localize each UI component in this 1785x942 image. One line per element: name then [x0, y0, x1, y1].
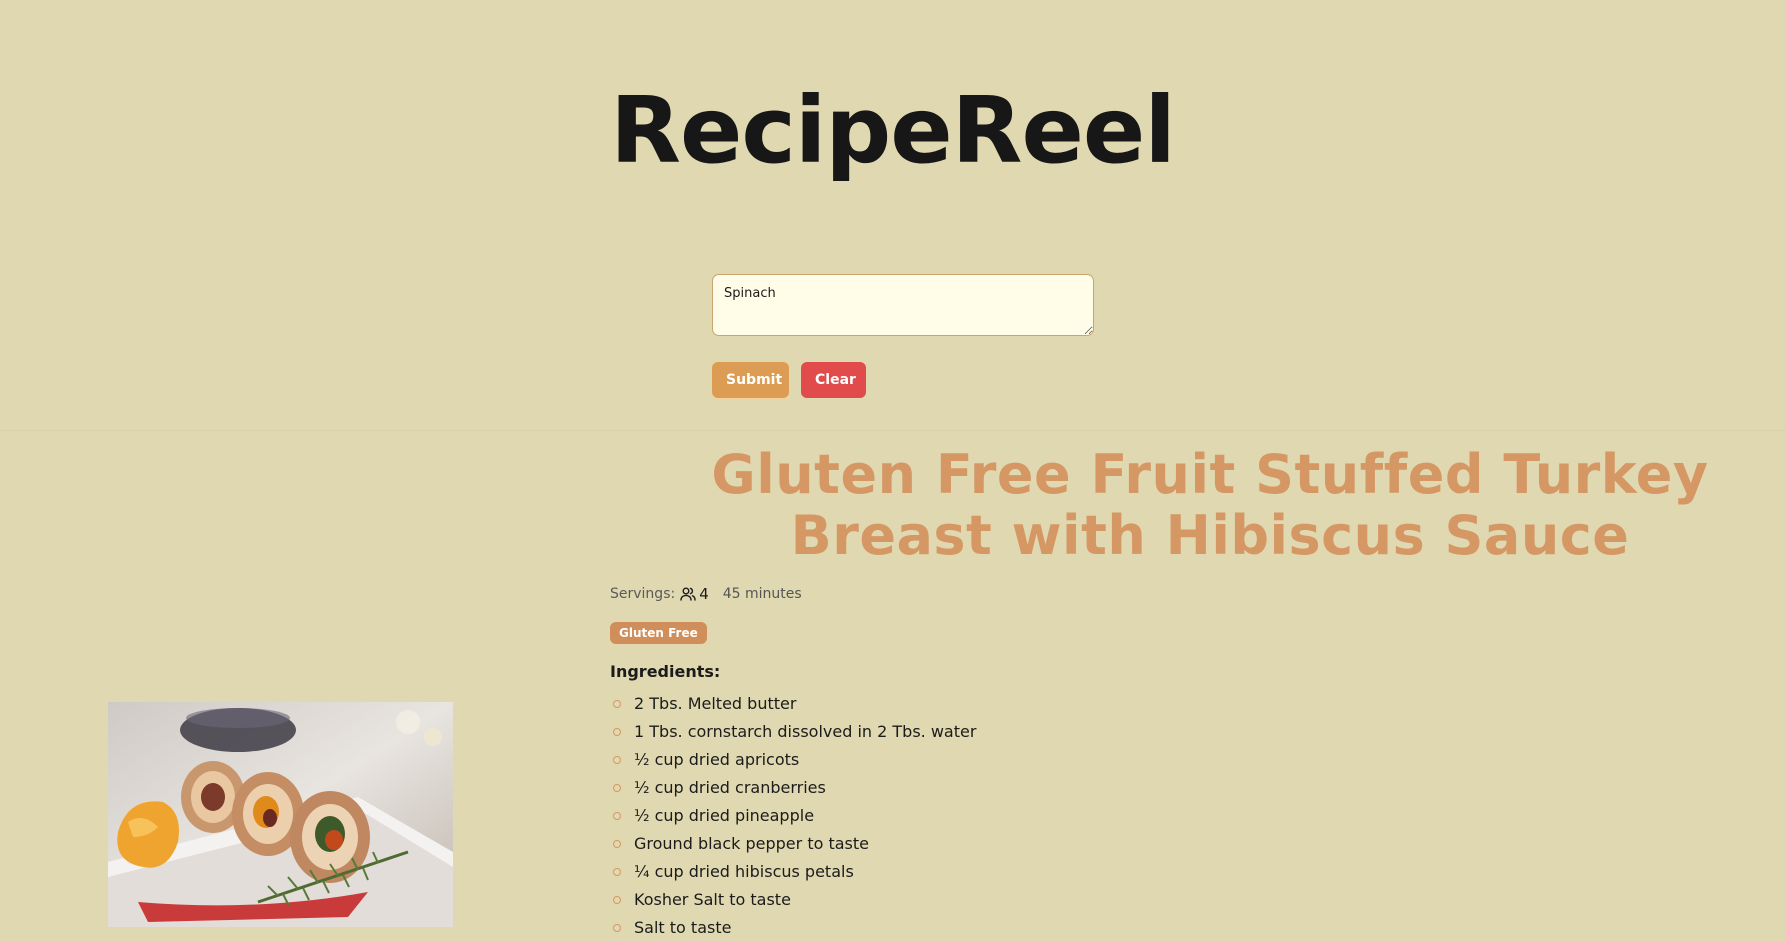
ingredient-item: ½ cup dried pineapple [610, 802, 976, 830]
ingredient-item: ½ cup dried apricots [610, 746, 976, 774]
app-title: RecipeReel [610, 77, 1176, 184]
recipe-title: Gluten Free Fruit Stuffed Turkey Breast … [711, 443, 1709, 567]
bullet-icon [613, 896, 621, 904]
button-row: Submit Clear [712, 362, 866, 398]
ingredient-text: Ground black pepper to taste [634, 834, 869, 853]
ingredient-item: ½ cup dried cranberries [610, 774, 976, 802]
ingredient-text: ½ cup dried pineapple [634, 806, 815, 825]
bullet-icon [613, 784, 621, 792]
bullet-icon [613, 728, 621, 736]
search-input[interactable] [712, 274, 1094, 336]
ingredient-item: Kosher Salt to taste [610, 886, 976, 914]
ingredient-item: 1 Tbs. cornstarch dissolved in 2 Tbs. wa… [610, 718, 976, 746]
ingredient-item: Salt to taste [610, 914, 976, 942]
recipe-meta: Servings: 4 45 minutes [610, 585, 802, 603]
bullet-icon [613, 756, 621, 764]
bullet-icon [613, 868, 621, 876]
ingredient-text: 2 Tbs. Melted butter [634, 694, 797, 713]
ingredient-text: Kosher Salt to taste [634, 890, 791, 909]
bullet-icon [613, 924, 621, 932]
ingredient-text: ¼ cup dried hibiscus petals [634, 862, 854, 881]
header: RecipeReel Submit Clear [0, 0, 1785, 431]
ingredient-text: ½ cup dried apricots [634, 750, 800, 769]
ingredient-text: ½ cup dried cranberries [634, 778, 826, 797]
diet-tag: Gluten Free [610, 622, 707, 644]
submit-button[interactable]: Submit [712, 362, 789, 398]
bullet-icon [613, 700, 621, 708]
ingredients-list: 2 Tbs. Melted butter 1 Tbs. cornstarch d… [610, 690, 976, 942]
ingredient-item: Ground black pepper to taste [610, 830, 976, 858]
bullet-icon [613, 812, 621, 820]
clear-button[interactable]: Clear [801, 362, 866, 398]
servings-value: 4 [699, 585, 709, 603]
ingredient-text: 1 Tbs. cornstarch dissolved in 2 Tbs. wa… [634, 722, 977, 741]
cook-time: 45 minutes [722, 586, 802, 602]
servings-label: Servings: [610, 586, 676, 602]
ingredient-text: Salt to taste [634, 918, 732, 937]
ingredients-heading: Ingredients: [610, 662, 721, 681]
ingredient-item: ¼ cup dried hibiscus petals [610, 858, 976, 886]
ingredient-item: 2 Tbs. Melted butter [610, 690, 976, 718]
search-form [712, 274, 1094, 336]
bullet-icon [613, 840, 621, 848]
users-icon [680, 587, 696, 601]
recipe-photo [108, 702, 453, 927]
